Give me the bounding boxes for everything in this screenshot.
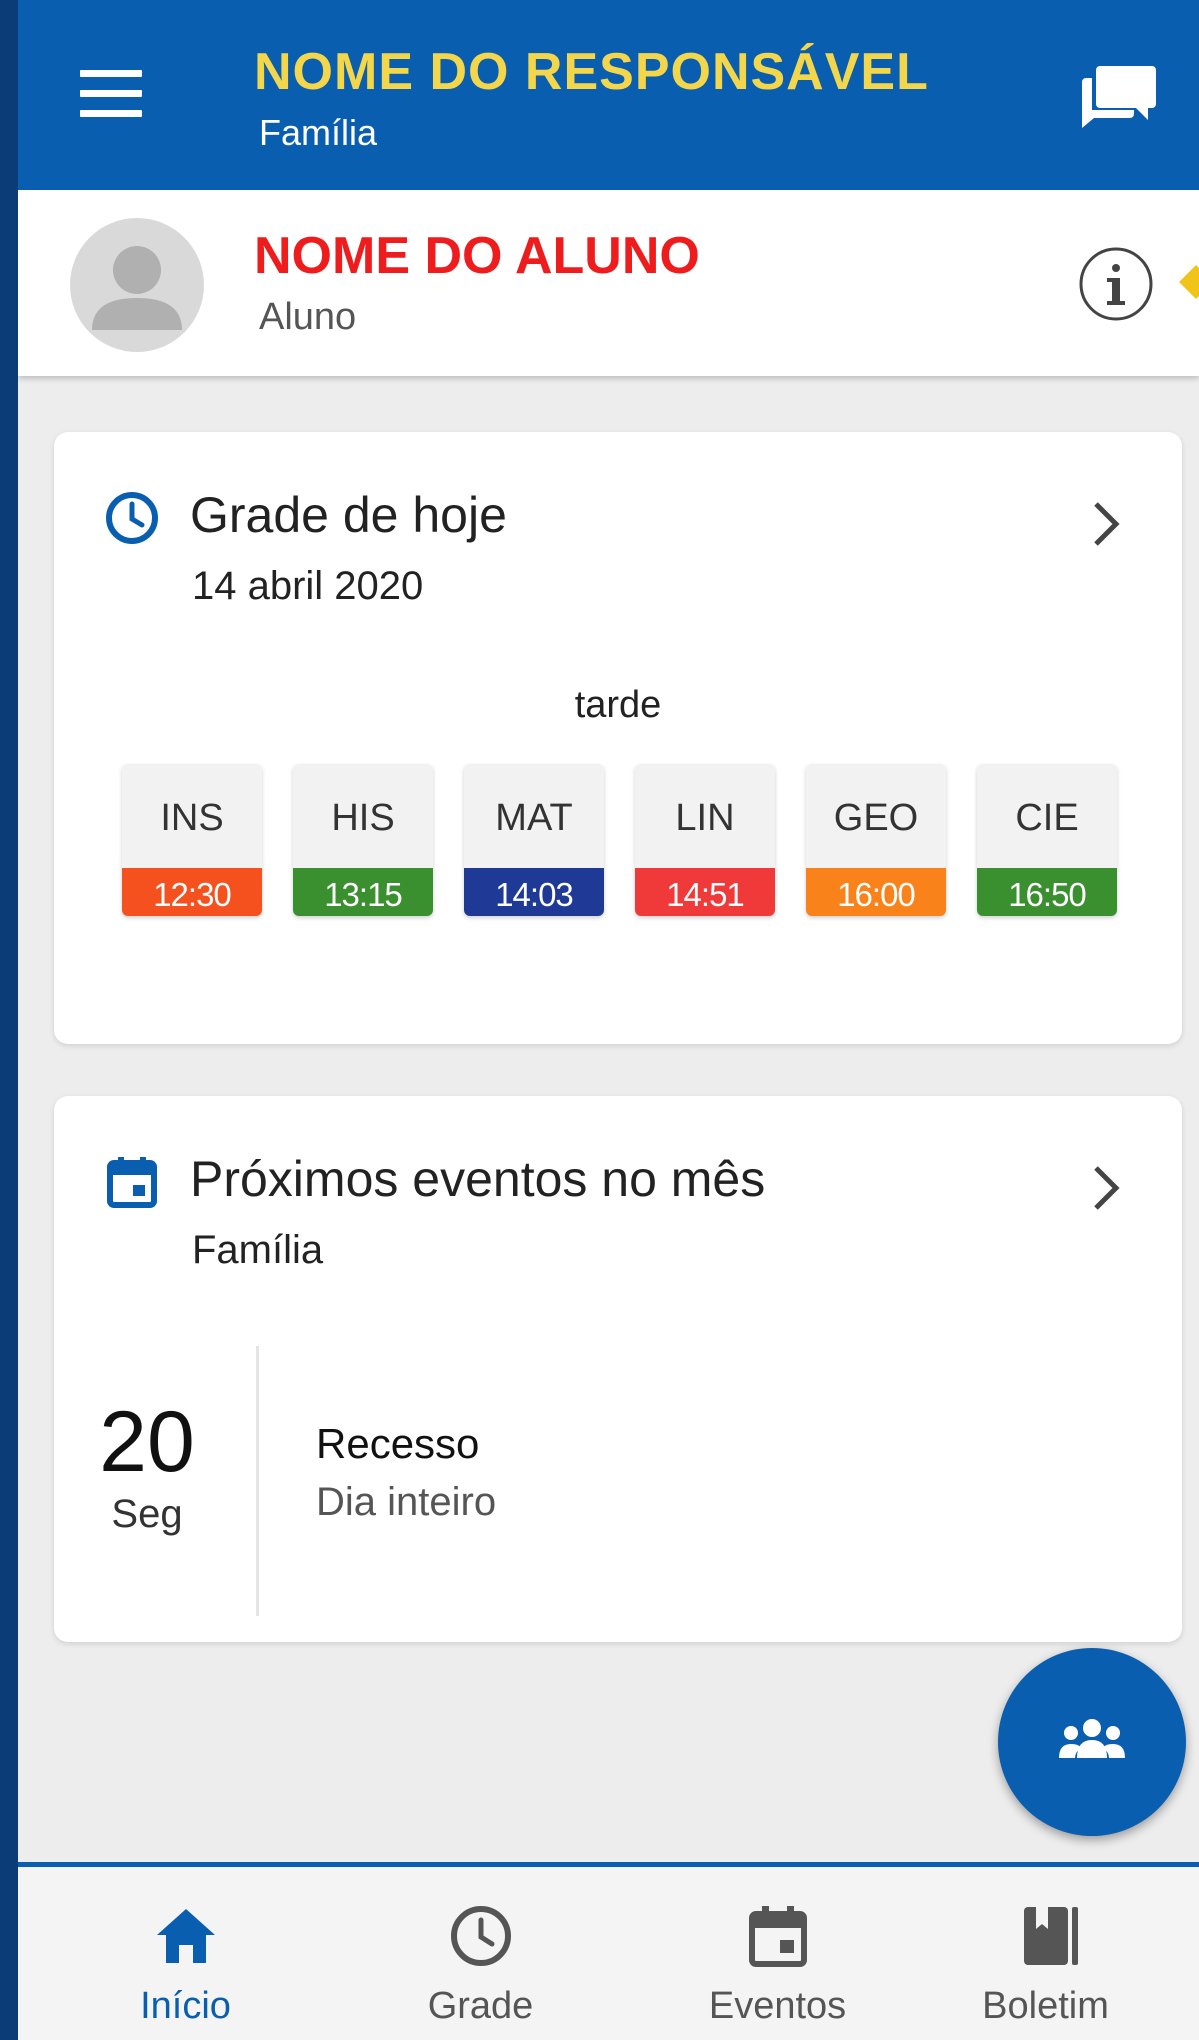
student-header[interactable]: NOME DO ALUNO Aluno: [18, 190, 1199, 376]
chat-bubbles-icon[interactable]: [1078, 60, 1158, 130]
event-title[interactable]: Recesso: [316, 1420, 479, 1468]
nav-item-eventos[interactable]: Eventos: [630, 1867, 925, 2040]
card-title: Próximos eventos no mês: [190, 1151, 766, 1207]
guardian-name: NOME DO RESPONSÁVEL: [254, 43, 929, 101]
divider: [256, 1346, 259, 1616]
book-icon: [1018, 1903, 1084, 1969]
nav-label: Eventos: [708, 1985, 847, 2027]
home-icon: [153, 1903, 219, 1969]
clock-icon: [104, 490, 160, 546]
chevron-right-icon[interactable]: [1084, 496, 1128, 552]
period-subject: HIS: [331, 797, 395, 839]
schedule-date: 14 abril 2020: [192, 564, 424, 608]
profile-type: Família: [259, 112, 378, 153]
nav-item-grade[interactable]: Grade: [333, 1867, 628, 2040]
student-role: Aluno: [259, 296, 357, 338]
period-time: 13:15: [293, 868, 433, 916]
nav-label: Grade: [427, 1985, 534, 2027]
period-subject: INS: [160, 797, 224, 839]
group-people-icon: [1059, 1719, 1125, 1758]
edge-marker: [1179, 265, 1199, 299]
period-item[interactable]: INS 12:30: [122, 764, 262, 916]
period-time: 14:03: [464, 868, 604, 916]
student-name: NOME DO ALUNO: [254, 227, 700, 285]
period-list: INS 12:30 HIS 13:15 MAT 14:03 LIN 14:51 …: [122, 764, 1122, 924]
hamburger-menu-icon[interactable]: [80, 70, 144, 122]
calendar-icon: [104, 1154, 160, 1210]
nav-item-inicio[interactable]: Início: [38, 1867, 333, 2040]
info-icon[interactable]: [1078, 246, 1154, 322]
bottom-navigation: Início Grade Eventos Boletim: [18, 1862, 1199, 2040]
nav-item-boletim[interactable]: Boletim: [898, 1867, 1193, 2040]
nav-label: Boletim: [982, 1985, 1109, 2027]
switch-student-button[interactable]: [998, 1648, 1186, 1836]
period-subject: GEO: [833, 797, 919, 839]
event-duration: Dia inteiro: [316, 1480, 497, 1524]
period-time: 12:30: [122, 868, 262, 916]
period-subject: CIE: [1015, 797, 1079, 839]
period-item[interactable]: LIN 14:51: [635, 764, 775, 916]
person-avatar-icon: [70, 218, 204, 352]
app-bar: NOME DO RESPONSÁVEL Família: [18, 0, 1199, 190]
event-day-number: 20: [99, 1394, 195, 1490]
period-item[interactable]: HIS 13:15: [293, 764, 433, 916]
events-audience: Família: [192, 1228, 324, 1272]
clock-icon: [448, 1903, 514, 1969]
calendar-icon: [745, 1903, 811, 1969]
period-item[interactable]: CIE 16:50: [977, 764, 1117, 916]
nav-label: Início: [140, 1985, 231, 2027]
app-screen: NOME DO RESPONSÁVEL Família NOME DO ALUN…: [18, 0, 1199, 2040]
upcoming-events-card[interactable]: Próximos eventos no mês Família 20 Seg R…: [54, 1096, 1182, 1642]
period-subject: MAT: [495, 797, 573, 839]
period-time: 16:00: [806, 868, 946, 916]
chevron-right-icon[interactable]: [1084, 1160, 1128, 1216]
period-subject: LIN: [675, 797, 735, 839]
period-item[interactable]: MAT 14:03: [464, 764, 604, 916]
event-weekday: Seg: [111, 1492, 183, 1536]
event-date: 20 Seg: [82, 1396, 212, 1537]
today-schedule-card[interactable]: Grade de hoje 14 abril 2020 tarde INS 12…: [54, 432, 1182, 1044]
card-title: Grade de hoje: [190, 487, 507, 543]
period-label: tarde: [574, 684, 662, 726]
period-item[interactable]: GEO 16:00: [806, 764, 946, 916]
period-time: 14:51: [635, 868, 775, 916]
period-time: 16:50: [977, 868, 1117, 916]
